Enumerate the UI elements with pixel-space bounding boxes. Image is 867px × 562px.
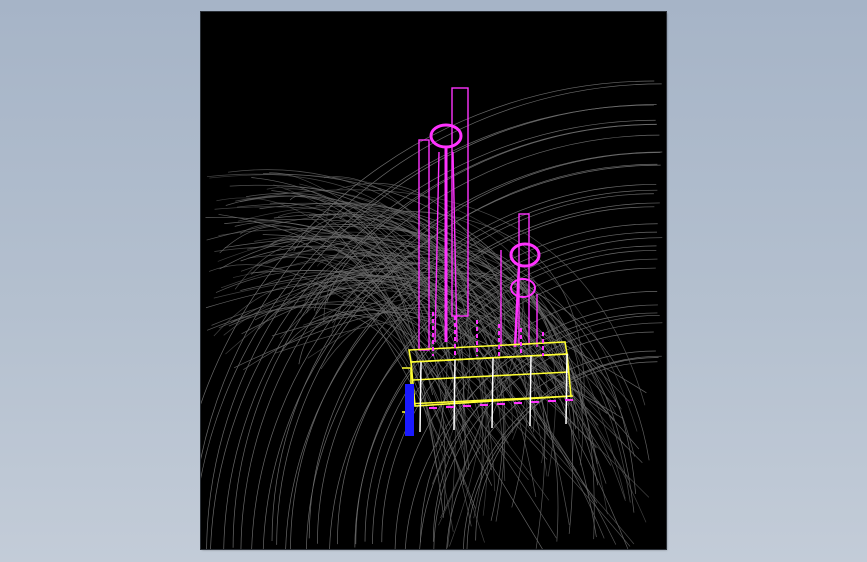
support-column [565, 353, 568, 425]
tower-shaft-right [452, 151, 458, 343]
cad-drawing [201, 80, 663, 549]
wireframe-arc [262, 164, 661, 549]
support-column [529, 355, 532, 427]
wireframe-strand [230, 269, 448, 448]
wireframe-arc [420, 304, 658, 543]
wireframe-arc-sweep [201, 80, 663, 549]
wireframe-strand [213, 283, 485, 543]
blue-support-post [405, 384, 414, 436]
support-column [419, 361, 422, 433]
support-column [453, 359, 456, 431]
wireframe-strand [312, 215, 543, 549]
support-column [491, 357, 494, 429]
wireframe-strand [299, 183, 626, 501]
cad-viewport[interactable] [201, 12, 666, 549]
wireframe-arc [355, 237, 663, 545]
wireframe-arc [201, 83, 662, 461]
